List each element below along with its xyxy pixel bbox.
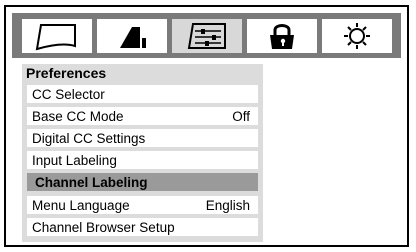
audio-icon — [120, 27, 146, 48]
lock-icon — [270, 24, 294, 49]
menu-item-input-labeling[interactable]: Input Labeling — [27, 151, 258, 169]
tab-audio[interactable] — [97, 19, 167, 53]
tab-preferences[interactable] — [172, 19, 242, 53]
menu-item-label: Menu Language — [32, 197, 130, 213]
menu-item-label: CC Selector — [32, 86, 105, 102]
menu-item-channel-labeling[interactable]: Channel Labeling — [27, 173, 258, 191]
menu-item-cc-selector[interactable]: CC Selector — [27, 85, 258, 103]
tab-setup[interactable] — [322, 19, 392, 53]
menu-item-label: Digital CC Settings — [32, 130, 146, 146]
menu-item-label: Base CC Mode — [32, 108, 124, 124]
panel-title: Preferences — [26, 65, 107, 81]
picture-icon — [35, 24, 76, 51]
tab-picture[interactable] — [22, 19, 92, 53]
menu-item-digital-cc-settings[interactable]: Digital CC Settings — [27, 129, 258, 147]
menu-item-value: Off — [232, 108, 250, 124]
setup-icon — [344, 23, 370, 49]
menu-item-label: Input Labeling — [32, 152, 117, 168]
menu-item-base-cc-mode[interactable]: Base CC Mode Off — [27, 107, 258, 125]
preferences-icon — [187, 23, 226, 49]
menu-item-value: English — [205, 197, 250, 213]
menu-item-menu-language[interactable]: Menu Language English — [27, 196, 258, 214]
menu-item-channel-browser-setup[interactable]: Channel Browser Setup — [27, 218, 258, 236]
menu-item-label: Channel Browser Setup — [32, 219, 175, 235]
tab-lock[interactable] — [247, 19, 317, 53]
tab-bar — [12, 13, 401, 58]
menu-item-label: Channel Labeling — [35, 174, 148, 190]
preferences-panel: Preferences CC Selector Base CC Mode Off… — [22, 64, 263, 242]
